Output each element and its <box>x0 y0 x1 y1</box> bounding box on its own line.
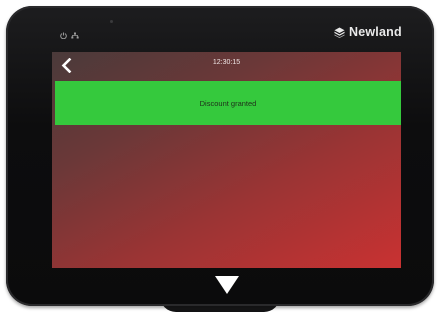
brand-name: Newland <box>349 25 402 39</box>
status-icons <box>60 32 79 39</box>
terminal-screen: 12:30:15 Discount granted <box>52 52 401 268</box>
brand-logo: Newland <box>334 24 402 40</box>
scroll-down-button[interactable] <box>214 274 240 296</box>
screen-top-bar: 12:30:15 <box>52 52 401 78</box>
clock-time: 12:30:15 <box>212 59 241 66</box>
banner-message: Discount granted <box>199 98 257 108</box>
scene: Newland 12:30:15 Discount granted <box>0 0 440 314</box>
back-button[interactable] <box>58 56 74 74</box>
chevron-left-icon <box>61 57 72 73</box>
newland-logo-icon <box>334 26 345 38</box>
status-banner: Discount granted <box>55 81 401 125</box>
triangle-down-icon <box>214 274 240 296</box>
camera-icon <box>110 20 113 23</box>
power-icon <box>60 32 67 39</box>
network-icon <box>71 32 79 39</box>
